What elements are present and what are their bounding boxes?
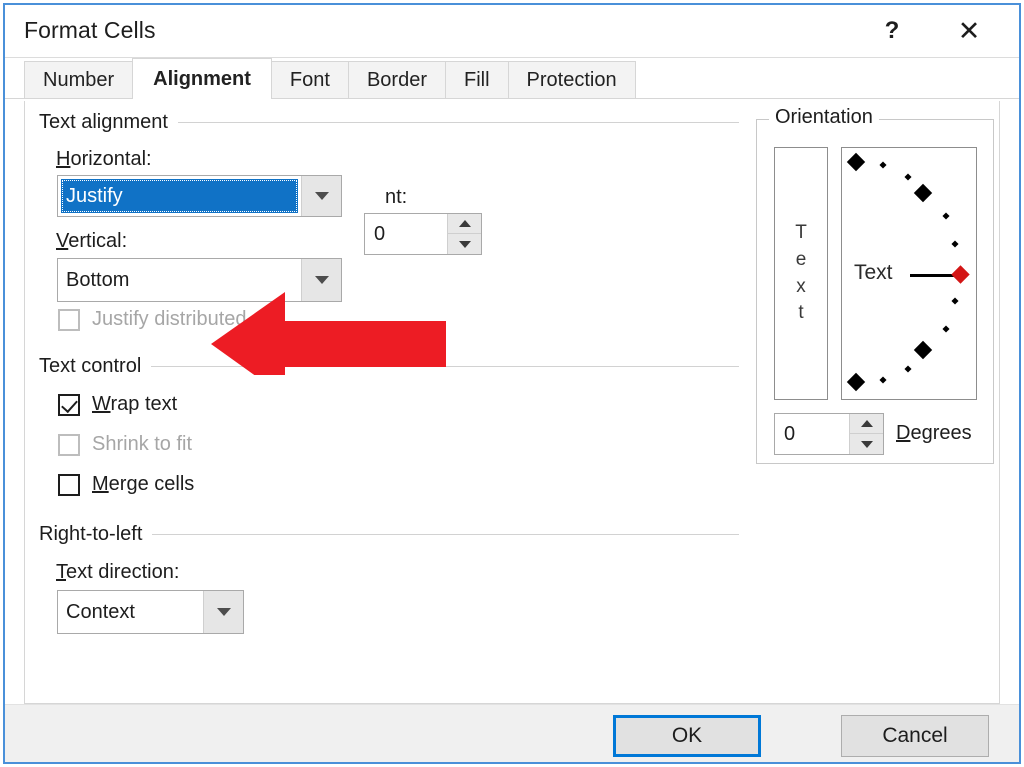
chevron-down-icon[interactable]	[203, 591, 243, 633]
horizontal-alignment-value: Justify	[61, 179, 298, 213]
page-title: Format Cells	[24, 17, 156, 43]
degrees-label: Degrees	[896, 422, 972, 444]
indent-spinner-buttons	[447, 214, 481, 254]
dial-tick-dot	[879, 161, 887, 169]
help-icon[interactable]: ?	[870, 11, 914, 51]
dial-angle-marker[interactable]	[951, 265, 970, 284]
title-bar: Format Cells ? ✕	[5, 5, 1019, 58]
orientation-dial[interactable]: Text	[841, 147, 977, 400]
text-direction-label: Text direction:	[56, 561, 180, 583]
merge-cells-checkbox[interactable]: Merge cells	[58, 473, 194, 496]
dial-tick-diamond	[846, 372, 866, 392]
dial-tick-diamond	[913, 340, 933, 360]
dial-tick-dot	[942, 325, 950, 333]
format-cells-dialog: Format Cells ? ✕ Number Alignment Font B…	[3, 3, 1021, 764]
horizontal-label: Horizontal:	[56, 148, 152, 170]
close-icon[interactable]: ✕	[947, 11, 991, 51]
right-to-left-group-heading: Right-to-left	[39, 523, 739, 546]
indent-increment-button[interactable]	[448, 214, 481, 234]
checkbox-box	[58, 473, 80, 496]
tab-font[interactable]: Font	[270, 61, 349, 99]
degrees-increment-button[interactable]	[850, 414, 883, 434]
chevron-down-icon[interactable]	[301, 259, 341, 301]
vertical-text-letter: T	[795, 221, 807, 243]
vertical-text-letter: e	[795, 248, 807, 270]
tab-protection[interactable]: Protection	[507, 61, 636, 99]
indent-spinner[interactable]: 0	[364, 213, 482, 255]
alignment-panel: Text alignment Horizontal: Justify nt: 0	[24, 101, 1000, 704]
shrink-to-fit-label: Shrink to fit	[92, 433, 193, 455]
shrink-to-fit-checkbox[interactable]: Shrink to fit	[58, 433, 192, 456]
degrees-decrement-button[interactable]	[850, 434, 883, 454]
vertical-alignment-value: Bottom	[66, 268, 130, 291]
tab-border[interactable]: Border	[347, 61, 446, 99]
wrap-text-checkbox[interactable]: Wrap text	[58, 393, 177, 416]
checkbox-box	[58, 433, 80, 456]
degrees-spinner[interactable]: 0	[774, 413, 884, 455]
orientation-group: Orientation T e x t Text 0 Degrees	[756, 106, 994, 464]
merge-cells-label: Merge cells	[92, 473, 195, 495]
text-direction-value: Context	[66, 600, 135, 623]
dial-tick-dot	[942, 212, 950, 220]
vertical-label: Vertical:	[56, 230, 128, 252]
indent-label: nt:	[385, 186, 408, 208]
tab-strip: Number Alignment Font Border Fill Protec…	[5, 58, 1019, 99]
tab-alignment[interactable]: Alignment	[132, 58, 272, 99]
indent-value: 0	[374, 222, 386, 245]
degrees-value: 0	[784, 422, 796, 445]
justify-distributed-label: Justify distributed	[92, 308, 247, 330]
group-divider	[152, 534, 739, 535]
ok-button[interactable]: OK	[613, 715, 761, 757]
chevron-down-icon[interactable]	[301, 176, 341, 216]
dial-tick-dot	[951, 240, 959, 248]
dial-tick-dot	[904, 365, 912, 373]
text-control-group-heading: Text control	[39, 355, 739, 378]
checkbox-box	[58, 393, 80, 416]
dial-text-label: Text	[854, 261, 893, 284]
dial-tick-dot	[879, 376, 887, 384]
dial-tick-dot	[951, 297, 959, 305]
group-divider	[177, 122, 739, 123]
dial-tick-dot	[904, 173, 912, 181]
cancel-button[interactable]: Cancel	[841, 715, 989, 757]
wrap-text-label: Wrap text	[92, 393, 178, 415]
horizontal-alignment-combobox[interactable]: Justify	[57, 175, 342, 217]
tab-fill[interactable]: Fill	[444, 61, 509, 99]
text-alignment-group-heading: Text alignment	[39, 111, 739, 134]
vertical-text-letter: x	[796, 275, 806, 297]
justify-distributed-checkbox[interactable]: Justify distributed	[58, 308, 247, 331]
indent-decrement-button[interactable]	[448, 234, 481, 254]
orientation-group-heading: Orientation	[769, 106, 879, 129]
vertical-text-letter: t	[798, 302, 804, 324]
group-divider	[151, 366, 739, 367]
checkbox-box	[58, 308, 80, 331]
dial-tick-diamond	[913, 183, 933, 203]
text-direction-combobox[interactable]: Context	[57, 590, 244, 634]
tab-number[interactable]: Number	[24, 61, 134, 99]
dial-tick-diamond	[846, 152, 866, 172]
vertical-alignment-combobox[interactable]: Bottom	[57, 258, 342, 302]
tab-page-alignment: Text alignment Horizontal: Justify nt: 0	[5, 98, 1019, 762]
vertical-text-button[interactable]: T e x t	[774, 147, 828, 400]
degrees-spinner-buttons	[849, 414, 883, 454]
dialog-footer: OK Cancel	[5, 704, 1019, 762]
